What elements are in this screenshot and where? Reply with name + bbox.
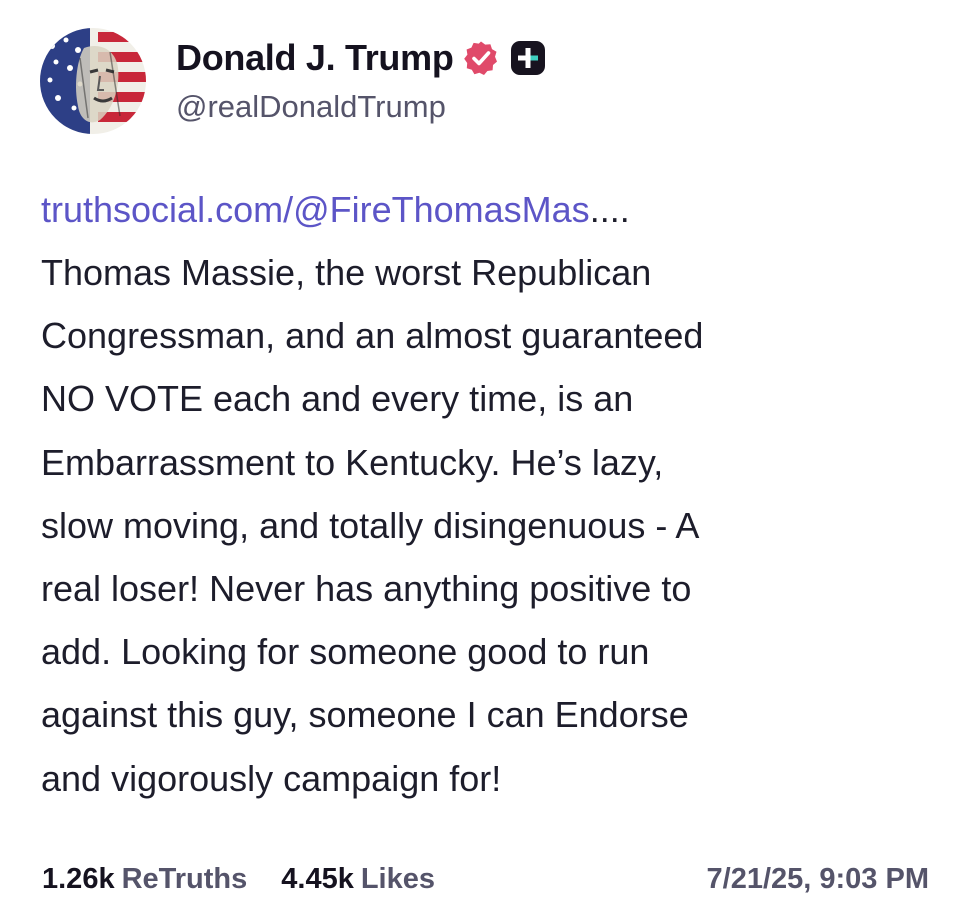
plus-badge-icon: [510, 40, 546, 76]
post-stats: 1.26k ReTruths 4.45k Likes 7/21/25, 9:03 P…: [42, 856, 929, 902]
post-text: Thomas Massie, the worst Republican Cong…: [41, 252, 704, 799]
post-link[interactable]: truthsocial.com/@FireThomasMas: [41, 189, 590, 230]
verified-badge-icon: [463, 40, 499, 76]
post-link-line: truthsocial.com/@FireThomasMas....: [41, 178, 941, 241]
author-identity: Donald J. Trump @realDonaldTrump: [176, 33, 546, 125]
link-ellipsis: ....: [589, 189, 630, 230]
name-row: Donald J. Trump: [176, 33, 546, 83]
avatar[interactable]: [40, 28, 146, 134]
retruths-label: ReTruths: [121, 862, 248, 895]
post-timestamp: 7/21/25, 9:03 PM: [706, 862, 929, 895]
post-body: truthsocial.com/@FireThomasMas.... Thoma…: [41, 178, 941, 810]
author-display-name[interactable]: Donald J. Trump: [176, 37, 454, 79]
likes-stat[interactable]: 4.45k Likes: [281, 863, 435, 896]
retruths-stat[interactable]: 1.26k ReTruths: [42, 863, 247, 896]
likes-count: 4.45k: [281, 862, 354, 895]
likes-label: Likes: [360, 862, 436, 895]
post-header: Donald J. Trump @realDonaldTrump: [40, 26, 546, 136]
avatar-image: [40, 28, 146, 134]
retruths-count: 1.26k: [42, 862, 115, 895]
author-handle[interactable]: @realDonaldTrump: [176, 89, 546, 125]
